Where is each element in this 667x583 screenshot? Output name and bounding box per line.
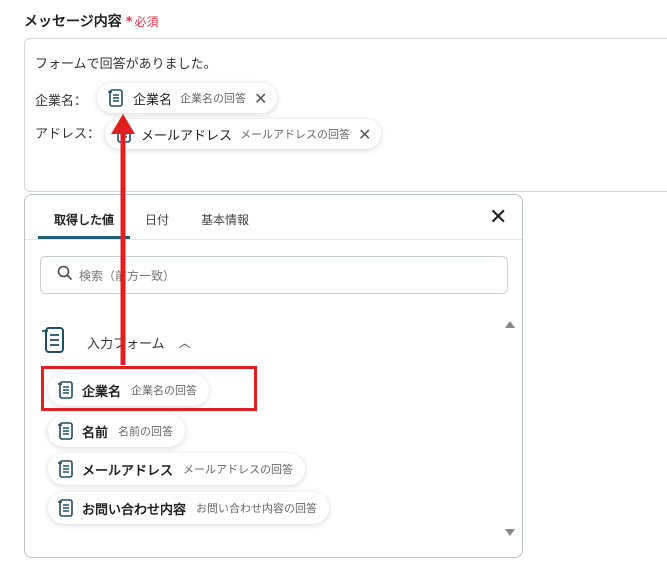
form-icon (56, 420, 76, 442)
item-name: お問い合わせ内容 (82, 502, 187, 518)
item-name: 名前 (82, 425, 109, 441)
tab-date[interactable]: 日付 (145, 211, 169, 228)
editor-chip-company[interactable]: 企業名 企業名の回答 ✕ (97, 83, 278, 113)
tab-divider (25, 239, 522, 240)
close-icon[interactable]: ✕ (254, 89, 267, 108)
chip-sub: 企業名の回答 (180, 92, 247, 105)
close-icon[interactable]: ✕ (358, 125, 371, 144)
form-icon (105, 87, 127, 109)
editor-company-label: 企業名： (35, 94, 88, 109)
list-item[interactable]: お問い合わせ内容 お問い合わせ内容の回答 (48, 492, 330, 524)
form-icon (56, 458, 76, 480)
list-item[interactable]: メールアドレス メールアドレスの回答 (48, 453, 306, 485)
editor-chip-email[interactable]: メールアドレス メールアドレスの回答 ✕ (105, 119, 382, 149)
chip-sub: メールアドレスの回答 (240, 128, 351, 141)
field-label: メッセージ内容 * 必須 (24, 11, 159, 31)
required-star: * (125, 15, 133, 30)
chip-name: 企業名 (133, 92, 173, 108)
chevron-up-icon[interactable]: ︿ (179, 334, 191, 351)
item-sub: 名前の回答 (118, 425, 174, 438)
editor-line-1: フォームで回答がありました。 (35, 57, 217, 72)
field-label-text: メッセージ内容 (24, 14, 122, 30)
editor-address-label: アドレス： (35, 127, 101, 142)
annotation-highlight-box (41, 366, 257, 411)
tab-acquired-values[interactable]: 取得した値 (54, 211, 114, 228)
list-item[interactable]: 名前 名前の回答 (48, 415, 186, 447)
item-sub: お問い合わせ内容の回答 (196, 502, 318, 515)
required-text: 必須 (134, 15, 159, 29)
tab-basic-info[interactable]: 基本情報 (201, 211, 249, 228)
search-icon (57, 265, 73, 285)
item-name: メールアドレス (82, 463, 174, 479)
scroll-up-arrow (505, 321, 515, 328)
form-icon (56, 497, 76, 519)
item-sub: メールアドレスの回答 (183, 463, 294, 476)
close-icon[interactable]: ✕ (489, 207, 507, 229)
scroll-down-arrow (505, 529, 515, 536)
scrollbar[interactable] (502, 317, 518, 541)
annotation-arrow (111, 114, 135, 365)
form-icon (41, 325, 67, 359)
chip-name: メールアドレス (141, 128, 233, 144)
